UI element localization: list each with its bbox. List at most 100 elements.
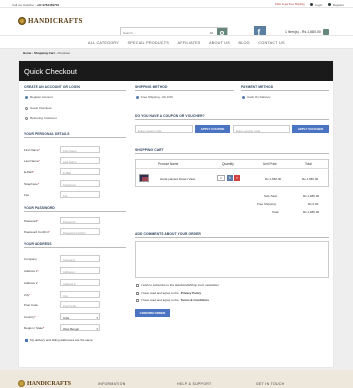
last-name-input[interactable]: Last Name xyxy=(60,157,100,164)
divider xyxy=(24,137,126,138)
register-icon xyxy=(328,3,332,6)
nav-blog[interactable]: BLOG xyxy=(238,41,249,45)
radio-icon xyxy=(25,116,28,120)
subtotal-value: Rs.1,680.00 xyxy=(303,194,320,198)
helpline: Call our Helpline : +91 9784469702 xyxy=(12,3,59,7)
shipping-label: Free Shipping: xyxy=(257,202,277,206)
post-code-label: Post Code xyxy=(24,303,39,307)
city-input[interactable]: City xyxy=(60,291,100,298)
apply-voucher-button[interactable]: APPLY VOUCHER xyxy=(292,125,329,133)
product-name[interactable]: Hand-painted Flower Vase xyxy=(160,177,195,181)
page-title: Quick Checkout xyxy=(19,61,333,81)
checkbox-label: I have read and agree to the xyxy=(141,298,179,302)
breadcrumb-home[interactable]: Home xyxy=(23,51,31,55)
col-total: Total xyxy=(305,162,312,166)
radio-icon xyxy=(25,106,28,110)
register-account-radio[interactable]: Register Account xyxy=(25,95,53,99)
returning-customer-radio[interactable]: Returning Customer xyxy=(25,116,57,120)
first-name-label: First Name* xyxy=(24,148,40,152)
site-logo[interactable]: HANDICRAFTS xyxy=(18,17,83,25)
newsletter-checkbox[interactable]: I wish to subscribe to the HandicraftsSh… xyxy=(136,283,219,287)
company-label: Company xyxy=(24,257,37,261)
coupon-input[interactable]: Enter coupon code xyxy=(135,125,193,133)
label-text: E-Mail xyxy=(24,170,33,174)
nav-about-us[interactable]: ABOUT US xyxy=(209,41,230,45)
email-input[interactable]: E-Mail xyxy=(60,168,100,175)
address2-input[interactable]: Address 2 xyxy=(60,279,100,286)
address1-input[interactable]: Address 1 xyxy=(60,267,100,274)
footer-information-heading: INFORMATION xyxy=(98,382,126,386)
divider xyxy=(135,237,329,238)
checkbox-label: I have read and agree to the xyxy=(141,291,179,295)
checkbox-icon xyxy=(25,338,28,342)
email-label: E-Mail* xyxy=(24,170,34,174)
breadcrumb-cart[interactable]: Shopping Cart xyxy=(34,51,55,55)
radio-label: Returning Customer xyxy=(30,116,57,120)
register-link[interactable]: Register xyxy=(328,3,344,7)
region-select[interactable]: West Bengal xyxy=(60,324,100,331)
footer-logo[interactable]: HANDICRAFTS xyxy=(18,380,71,387)
register-label: Register xyxy=(332,2,344,7)
address-heading: YOUR ADDRESS xyxy=(24,242,52,246)
address1-label: Address 1* xyxy=(24,269,39,273)
footer-logo-text: HANDICRAFTS xyxy=(27,380,72,387)
nav-affiliates[interactable]: AFFILIATES xyxy=(178,41,201,45)
privacy-checkbox[interactable]: I have read and agree to the Privacy Poli… xyxy=(136,291,201,295)
comments-heading: ADD COMMENTS ABOUT YOUR ORDER xyxy=(135,232,201,236)
password-confirm-label: Password Confirm* xyxy=(24,230,50,234)
logo-emblem-icon xyxy=(18,380,25,387)
radio-label: Guest Checkout xyxy=(30,106,52,110)
nav-all-category[interactable]: ALL CATEGORY xyxy=(88,41,119,45)
update-quantity-button[interactable]: ↻ xyxy=(227,175,233,181)
divider xyxy=(136,168,329,169)
password-input[interactable]: Password xyxy=(60,217,100,224)
checkbox-icon xyxy=(136,291,139,295)
nav-special-products[interactable]: SPECIAL PRODUCTS xyxy=(128,41,169,45)
radio-icon xyxy=(25,95,28,99)
city-label: City* xyxy=(24,293,31,297)
password-label: Password* xyxy=(24,219,39,223)
password-confirm-input[interactable]: Password Confirm xyxy=(60,228,100,235)
helpline-label: Call our Helpline : xyxy=(12,2,36,7)
payment-heading: PAYMENT METHOD xyxy=(241,85,274,89)
checkbox-label: My delivery and billing addresses are th… xyxy=(30,338,94,342)
company-input[interactable]: Company xyxy=(60,255,100,262)
last-name-label: Last Name* xyxy=(24,159,40,163)
cash-on-delivery-radio[interactable]: Cash On Delivery xyxy=(242,95,271,99)
comments-textarea[interactable] xyxy=(135,241,329,278)
region-label: Region / State* xyxy=(24,326,45,330)
unit-price: Rs.1,680.00 xyxy=(265,177,282,181)
terms-link[interactable]: Terms & Conditions xyxy=(181,298,209,302)
login-link[interactable]: Login xyxy=(310,3,322,7)
confirm-order-button[interactable]: CONFIRM ORDER xyxy=(135,309,170,317)
apply-coupon-button[interactable]: APPLY COUPON xyxy=(195,125,230,133)
total-value: Rs.1,680.00 xyxy=(303,210,320,214)
label-text: Region / State xyxy=(24,326,44,330)
site-footer: HANDICRAFTS INFORMATION HELP & SUPPORT G… xyxy=(0,370,353,388)
fax-input[interactable]: Fax xyxy=(60,191,100,198)
same-address-checkbox[interactable]: My delivery and billing addresses are th… xyxy=(25,338,93,342)
post-code-input[interactable]: Post Code xyxy=(60,301,100,308)
row-total: Rs.1,680.00 xyxy=(302,177,319,181)
remove-item-button[interactable]: × xyxy=(234,175,240,181)
first-name-input[interactable]: First Name xyxy=(60,146,100,153)
shipping-value: Rs.0.00 xyxy=(308,202,319,206)
product-thumbnail[interactable] xyxy=(139,174,149,182)
address2-label: Address 2 xyxy=(24,281,38,285)
coupon-heading: DO YOU HAVE A COUPON OR VOUCHER? xyxy=(135,114,205,118)
privacy-policy-link[interactable]: Privacy Policy xyxy=(181,291,201,295)
cart-table: Product Name Quantity Unit Price Total H… xyxy=(135,159,329,187)
telephone-input[interactable]: Telephone xyxy=(60,180,100,187)
voucher-input[interactable]: Enter voucher code xyxy=(233,125,290,133)
terms-checkbox[interactable]: I have read and agree to the Terms & Cond… xyxy=(136,298,209,302)
divider xyxy=(24,247,126,248)
quantity-input[interactable]: 1 xyxy=(217,175,225,181)
checkbox-icon xyxy=(136,298,139,302)
guest-checkout-radio[interactable]: Guest Checkout xyxy=(25,106,52,110)
cart-summary: 1 Item(s) - Rs.1,680.00 xyxy=(285,30,321,34)
breadcrumb: Home › Shopping Cart › Checkout xyxy=(23,51,71,55)
nav-contact-us[interactable]: CONTACT US xyxy=(258,41,284,45)
country-select[interactable]: India xyxy=(60,313,100,320)
label-text: Password Confirm xyxy=(24,230,49,234)
free-shipping-radio[interactable]: Free Shipping - Rs.0.00 xyxy=(136,95,173,99)
